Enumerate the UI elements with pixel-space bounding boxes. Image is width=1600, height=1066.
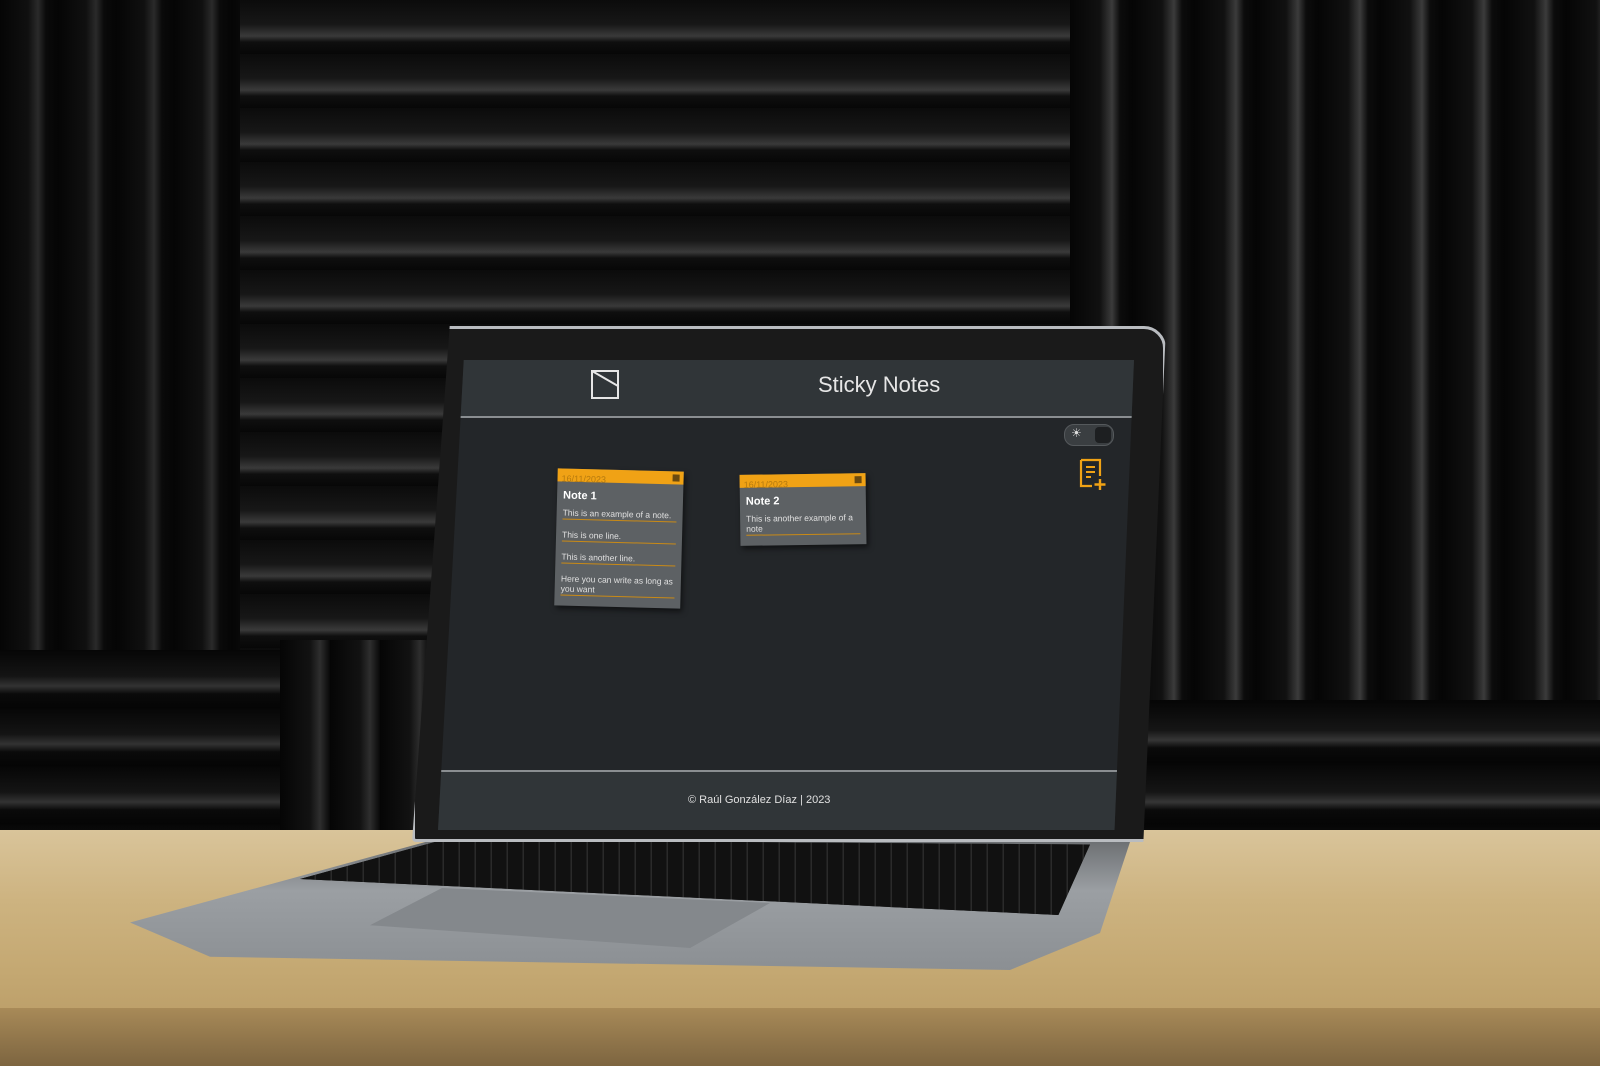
- sticky-note[interactable]: 16/11/2023 Note 2 This is another exampl…: [739, 473, 867, 546]
- note-text-line[interactable]: This is one line.: [561, 529, 677, 545]
- note-date: 16/11/2023: [743, 479, 789, 490]
- note-title[interactable]: Note 2: [740, 486, 866, 514]
- note-text-line[interactable]: This is an example of a note.: [562, 507, 677, 523]
- delete-note-button[interactable]: [854, 476, 862, 484]
- delete-note-button[interactable]: [672, 474, 680, 482]
- page-title: Sticky Notes: [818, 372, 941, 397]
- note-text-line[interactable]: This is another line.: [561, 551, 676, 567]
- app-header: Sticky Notes: [438, 360, 1134, 418]
- note-title[interactable]: Note 1: [557, 481, 684, 510]
- note-date: 16/11/2023: [561, 473, 607, 485]
- toggle-knob[interactable]: [1095, 427, 1111, 443]
- note-text-line[interactable]: Here you can write as long as you want: [560, 573, 676, 599]
- copyright-text: © Raúl González Díaz | 2023: [688, 794, 831, 806]
- sun-icon: ☀: [1071, 426, 1082, 440]
- note-text-line[interactable]: This is another example of a note: [746, 512, 861, 536]
- app-footer: © Raúl González Díaz | 2023: [438, 770, 1134, 830]
- theme-toggle[interactable]: ☀: [1064, 424, 1114, 446]
- table-edge: [0, 1008, 1600, 1066]
- acoustic-foam-panel: [0, 0, 240, 650]
- sticky-note-icon[interactable]: [590, 368, 620, 400]
- acoustic-foam-panel: [0, 650, 280, 860]
- app-screen: Sticky Notes ☀ 16/11/2023 Note 1 This is…: [438, 360, 1134, 830]
- note-header-bar: 16/11/2023: [557, 468, 684, 485]
- note-header-bar: 16/11/2023: [739, 473, 866, 490]
- add-note-icon[interactable]: [1078, 458, 1108, 492]
- sticky-note[interactable]: 16/11/2023 Note 1 This is an example of …: [554, 468, 684, 609]
